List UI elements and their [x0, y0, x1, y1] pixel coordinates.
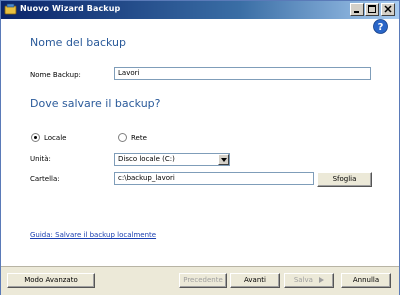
maximize-icon: [368, 5, 376, 13]
cancel-button[interactable]: Annulla: [341, 273, 391, 288]
minimize-icon: [354, 11, 359, 13]
dropdown-arrow-button[interactable]: [218, 154, 229, 165]
radio-rete[interactable]: Rete: [118, 133, 147, 142]
maximize-button[interactable]: [365, 3, 379, 16]
radio-locale[interactable]: Locale: [31, 133, 66, 142]
help-link[interactable]: Guida: Salvare il backup localmente: [30, 231, 156, 239]
section-heading-location: Dove salvare il backup?: [30, 97, 161, 110]
folder-label: Cartella:: [30, 175, 60, 183]
close-button[interactable]: [381, 3, 395, 16]
radio-rete-indicator[interactable]: [118, 133, 127, 142]
browse-button[interactable]: Sfoglia: [317, 172, 372, 187]
title-bar[interactable]: Nuovo Wizard Backup: [1, 1, 399, 19]
wizard-window: Nuovo Wizard Backup ? Nome del backup No…: [0, 0, 400, 295]
chevron-down-icon: [220, 158, 227, 162]
drive-label: Unità:: [30, 155, 51, 163]
save-button-label: Salva: [293, 276, 313, 284]
window-title: Nuovo Wizard Backup: [20, 4, 121, 13]
radio-locale-indicator[interactable]: [31, 133, 40, 142]
radio-rete-label: Rete: [131, 133, 147, 142]
advanced-mode-button[interactable]: Modo Avanzato: [7, 273, 95, 288]
drive-select[interactable]: Disco locale (C:): [114, 153, 230, 166]
section-heading-name: Nome del backup: [30, 36, 126, 49]
arrow-right-icon: [319, 277, 325, 283]
backup-app-icon: [4, 3, 17, 15]
save-button[interactable]: Salva: [284, 273, 334, 288]
backup-name-label: Nome Backup:: [30, 71, 81, 79]
radio-locale-label: Locale: [44, 133, 67, 142]
drive-select-value: Disco locale (C:): [118, 155, 175, 163]
folder-input[interactable]: c:\backup_lavori: [114, 172, 314, 185]
previous-button[interactable]: Precedente: [179, 273, 227, 288]
close-icon: [384, 5, 392, 13]
help-icon[interactable]: ?: [373, 19, 388, 34]
next-button[interactable]: Avanti: [230, 273, 280, 288]
backup-name-input[interactable]: Lavori: [114, 67, 371, 80]
minimize-button[interactable]: [350, 3, 364, 16]
svg-text:?: ?: [378, 22, 384, 33]
